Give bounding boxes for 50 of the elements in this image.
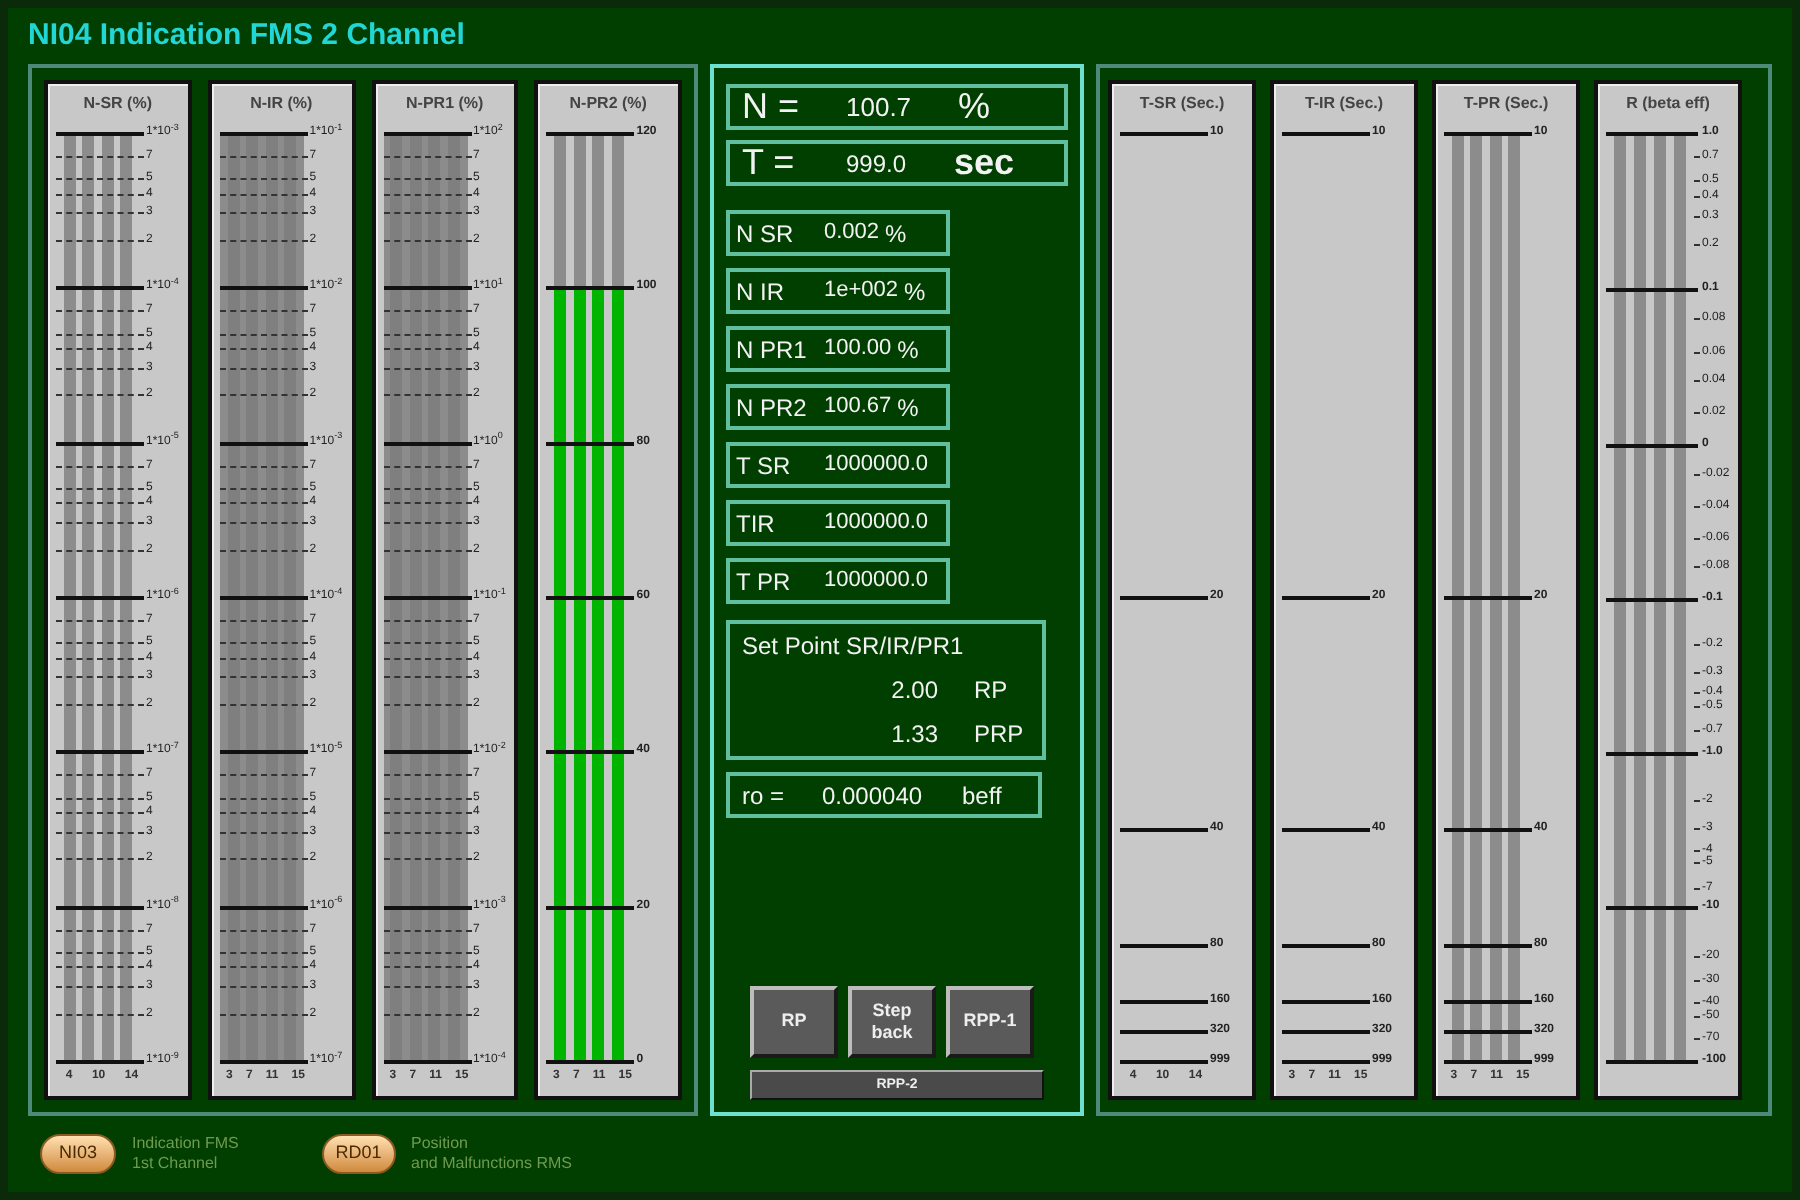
readout-label: T SR	[736, 449, 793, 483]
gauge-title: T-PR (Sec.)	[1461, 92, 1551, 116]
set-point-unit: RP	[974, 674, 1010, 708]
set-point-value: 1.33	[891, 718, 938, 752]
readout-label: N SR	[736, 217, 796, 251]
nav-pill-button[interactable]: RD01	[322, 1134, 396, 1174]
gauge-title: T-IR (Sec.)	[1302, 92, 1386, 116]
readout-value: 0.000040	[822, 779, 925, 813]
readout-value: 1000000.0	[824, 450, 928, 481]
readout-label: N IR	[736, 275, 786, 309]
readout-value: 1000000.0	[824, 508, 928, 539]
readout-value: 100.00	[824, 334, 892, 365]
control-button[interactable]: Step back	[848, 986, 936, 1058]
readout-value: 100.67	[824, 392, 892, 423]
set-point-title: Set Point SR/IR/PR1	[742, 630, 966, 664]
nav-description: Position	[411, 1134, 470, 1154]
readout-label: T =	[742, 140, 797, 186]
gauge-title: T-SR (Sec.)	[1137, 92, 1227, 116]
readout-unit: sec	[954, 140, 1015, 186]
gauge-title: R (beta eff)	[1624, 92, 1712, 116]
nav-pill-button[interactable]: NI03	[40, 1134, 116, 1174]
readout-label: N PR2	[736, 391, 809, 425]
window-title: NI04 Indication FMS 2 Channel	[26, 16, 467, 56]
gauge-title: N-SR (%)	[81, 92, 154, 116]
readout-value: 1e+002	[824, 276, 899, 307]
readout-value: 999.0	[846, 147, 909, 181]
gauge-title: N-IR (%)	[248, 92, 315, 116]
readout-label: N =	[742, 84, 802, 130]
readout-unit: %	[958, 84, 991, 130]
set-point-value: 2.00	[891, 674, 938, 708]
set-point-unit: PRP	[974, 718, 1026, 752]
nav-description: Indication FMS	[132, 1134, 239, 1154]
nav-description: 1st Channel	[132, 1154, 220, 1174]
control-button[interactable]: RP	[750, 986, 838, 1058]
nav-description: and Malfunctions RMS	[411, 1154, 572, 1174]
control-button[interactable]: RPP-1	[946, 986, 1034, 1058]
readout-value: 0.002	[824, 218, 880, 249]
readout-label: TIR	[736, 507, 777, 541]
readout-label: ro =	[742, 779, 787, 813]
readout-label: N PR1	[736, 333, 809, 367]
readout-unit: %	[885, 217, 907, 251]
readout-label: T PR	[736, 565, 793, 599]
readout-value: 100.7	[846, 89, 914, 126]
readout-unit: beff	[962, 779, 1002, 813]
readout-unit: %	[904, 275, 926, 309]
gauge-title: N-PR1 (%)	[404, 92, 486, 116]
readout-value: 1000000.0	[824, 566, 928, 597]
readout-unit: %	[897, 391, 919, 425]
readout-unit: %	[897, 333, 919, 367]
gauge-title: N-PR2 (%)	[567, 92, 649, 116]
